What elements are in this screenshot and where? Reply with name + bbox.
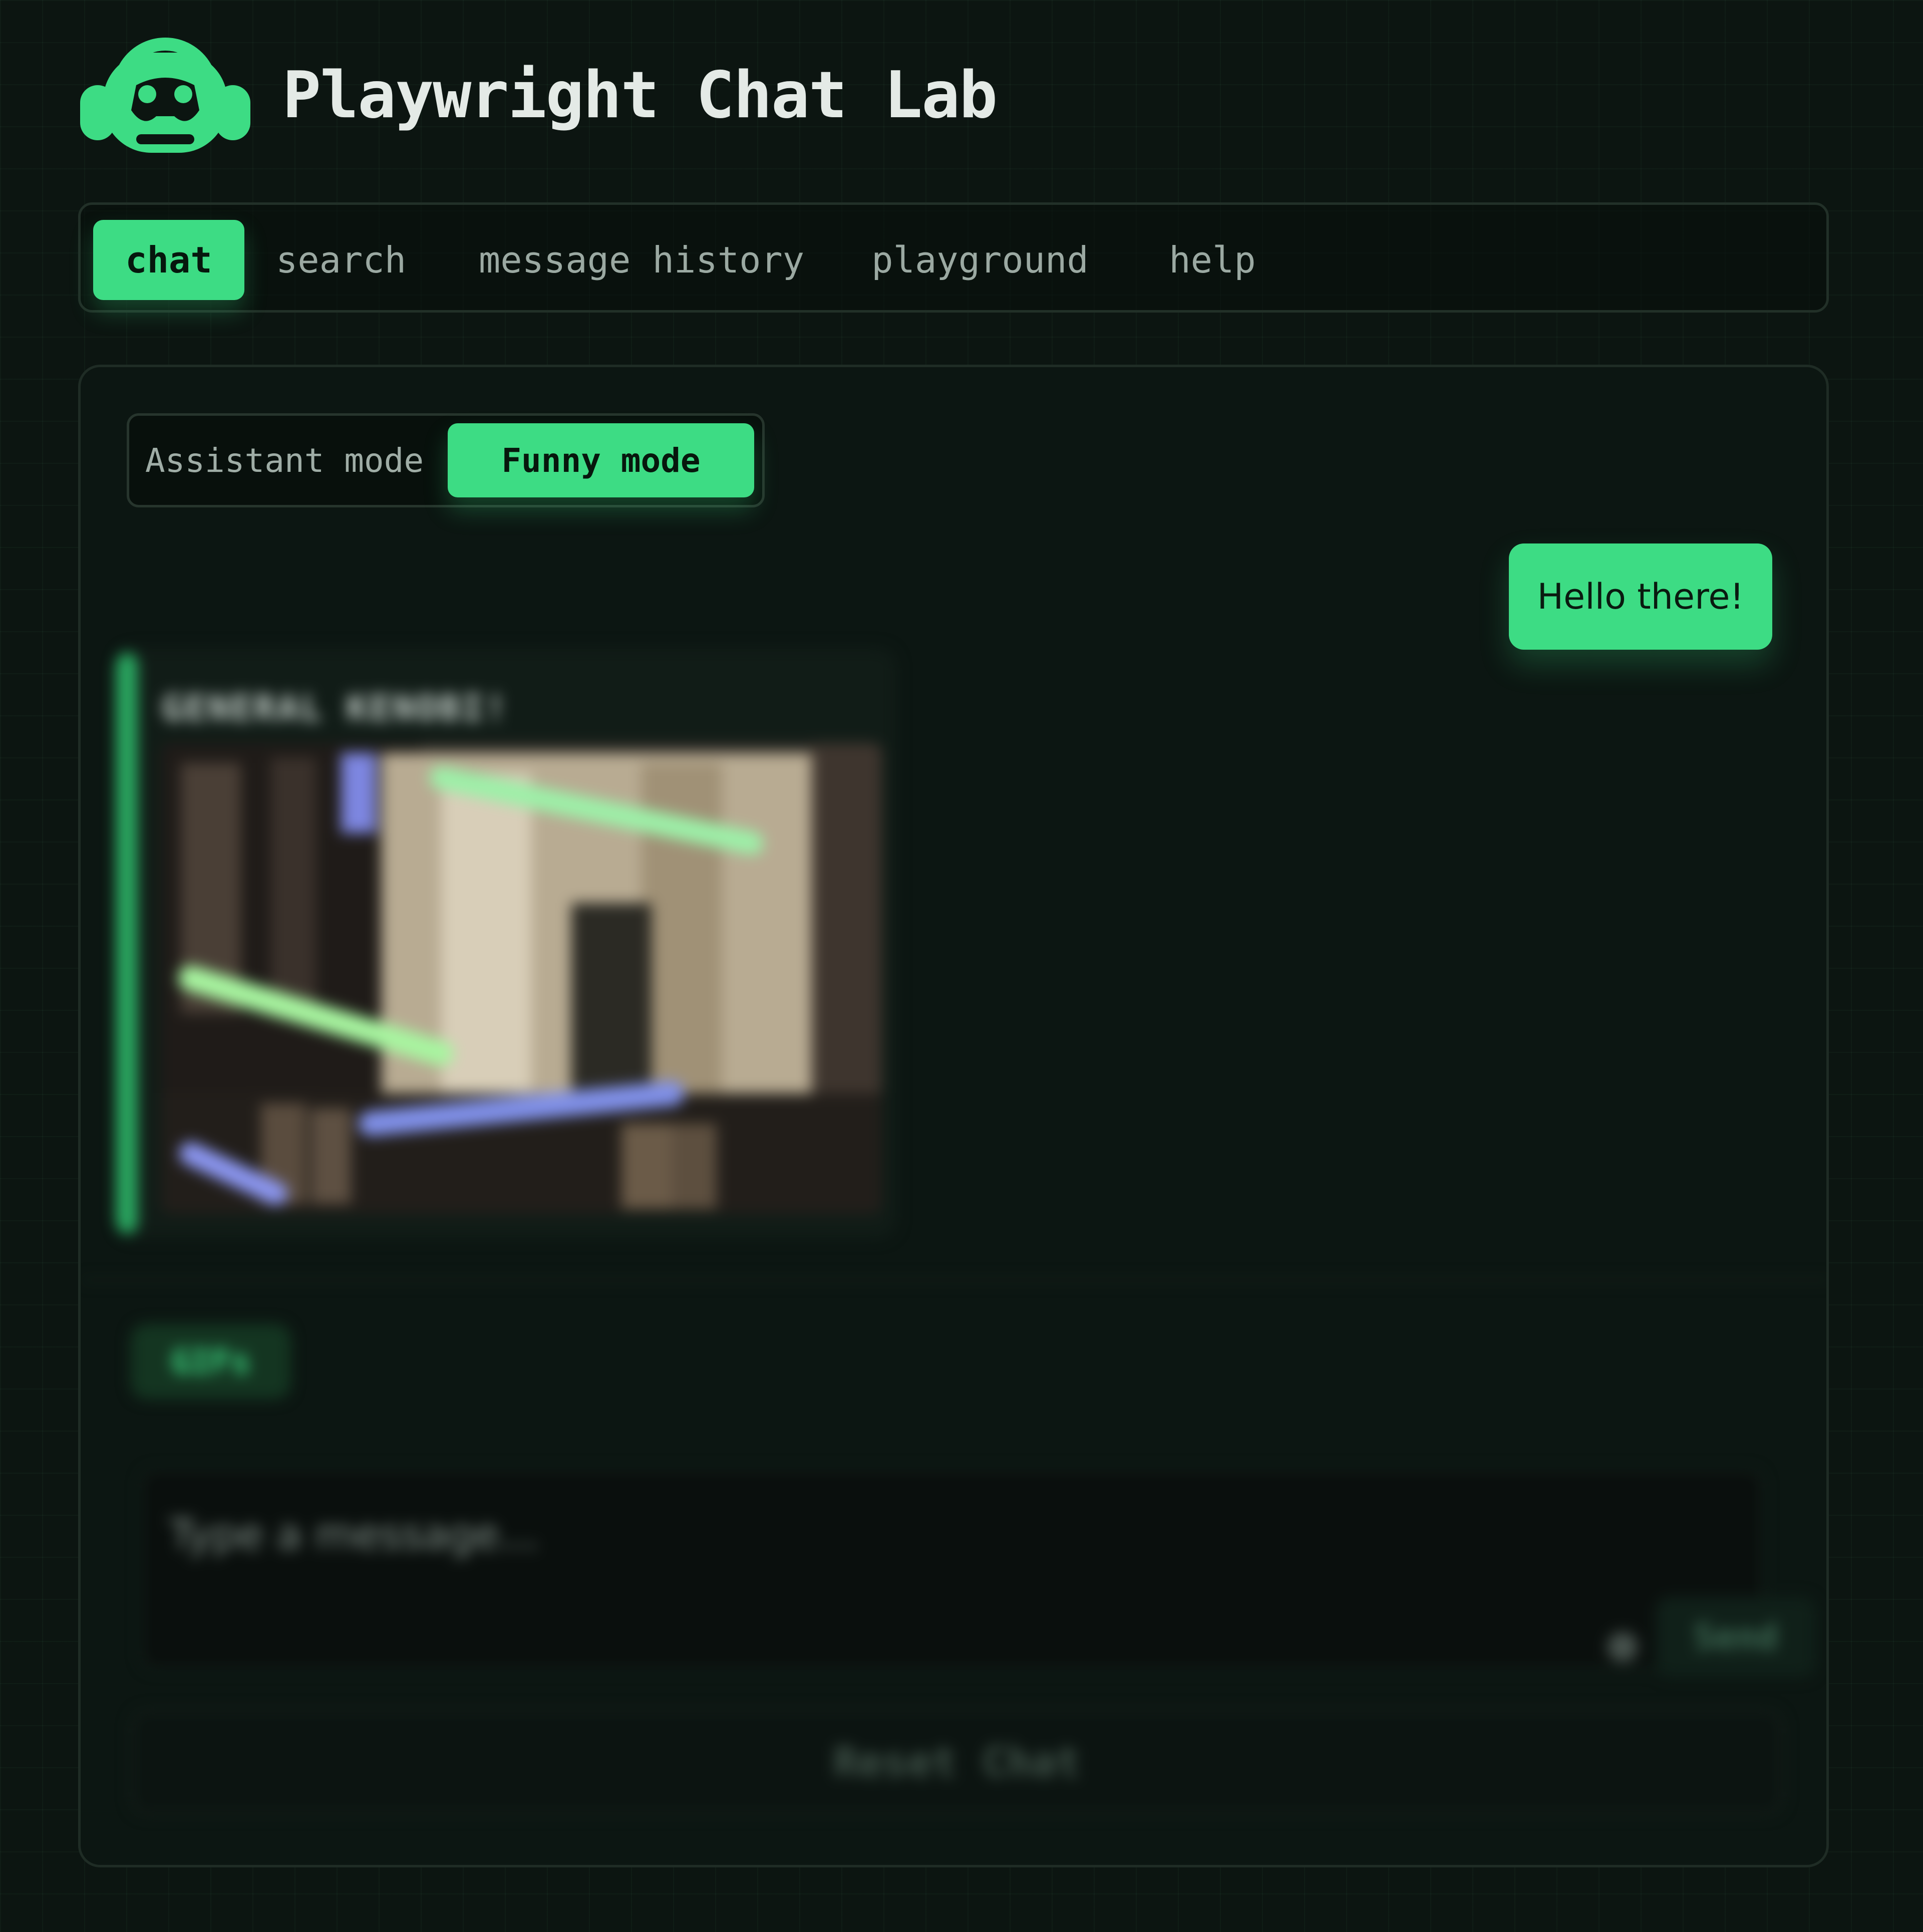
app-title: Playwright Chat Lab — [282, 58, 998, 133]
tab-chat[interactable]: chat — [93, 220, 244, 300]
app-header: Playwright Chat Lab — [80, 30, 998, 160]
mode-toggle: Assistant mode Funny mode — [127, 413, 765, 507]
gif-button[interactable]: GIFs — [131, 1324, 291, 1399]
blurred-overlay-region: GENERAL KENOBI! GIFs Type a message... S… — [81, 648, 1826, 1865]
tab-playground[interactable]: playground — [855, 220, 1105, 300]
mic-icon[interactable] — [1608, 1632, 1638, 1662]
message-composer: Send — [141, 1469, 1816, 1677]
assistant-mode-button[interactable]: Assistant mode — [144, 423, 425, 497]
chat-panel: Assistant mode Funny mode Hello there! G… — [78, 365, 1829, 1867]
tab-message-history[interactable]: message history — [461, 220, 822, 300]
funny-mode-button[interactable]: Funny mode — [448, 423, 754, 497]
message-input[interactable] — [168, 1502, 1422, 1568]
tab-help[interactable]: help — [1137, 220, 1288, 300]
tab-search[interactable]: search — [261, 220, 421, 300]
composer-divider — [81, 1279, 1826, 1281]
message-accent-bar — [116, 653, 138, 1234]
bot-message-card: GENERAL KENOBI! — [116, 648, 897, 1239]
gif-image — [161, 743, 882, 1214]
main-tab-bar: chat search message history playground h… — [78, 202, 1829, 313]
robot-headset-icon — [80, 38, 250, 153]
user-message-bubble: Hello there! — [1509, 543, 1772, 650]
reset-chat-button[interactable]: Reset Chat — [131, 1710, 1783, 1815]
bot-message-label: GENERAL KENOBI! — [162, 688, 509, 729]
send-button[interactable]: Send — [1656, 1597, 1816, 1677]
